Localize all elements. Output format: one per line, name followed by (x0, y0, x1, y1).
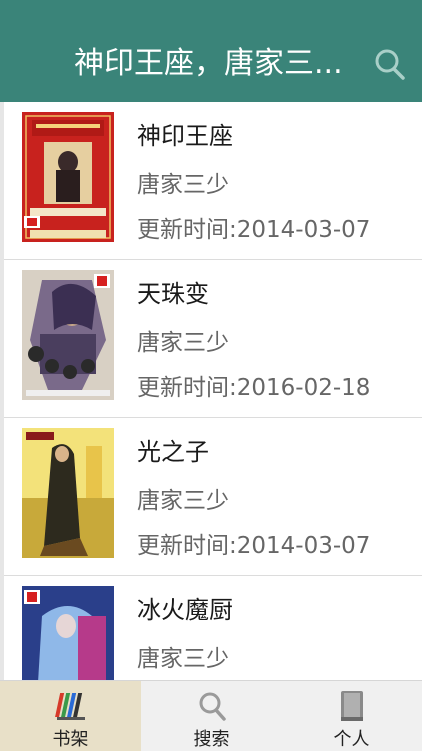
book-cover (22, 270, 114, 400)
tab-search[interactable]: 搜索 (141, 681, 282, 751)
book-author: 唐家三少 (137, 330, 229, 356)
tab-bookshelf[interactable]: 书架 (0, 681, 141, 751)
tab-label: 个人 (333, 729, 370, 750)
search-icon (375, 49, 405, 80)
book-author: 唐家三少 (137, 172, 229, 198)
book-list-item[interactable]: 冰火魔厨 唐家三少 (4, 576, 422, 680)
tab-profile[interactable]: 个人 (281, 681, 422, 751)
book-list-item[interactable]: 光之子 唐家三少 更新时间:2014-03-07 (4, 418, 422, 576)
book-author: 唐家三少 (137, 646, 229, 672)
book-updated-time: 更新时间:2014-03-07 (137, 533, 371, 559)
book-title: 冰火魔厨 (137, 596, 233, 624)
top-navigation-bar: 神印王座，唐家三... (0, 0, 422, 102)
cover-image (22, 270, 114, 400)
bookshelf-icon (54, 693, 85, 720)
search-icon (199, 692, 226, 721)
book-cover (22, 112, 114, 242)
book-updated-time: 更新时间:2014-03-07 (137, 217, 371, 243)
book-icon (340, 691, 363, 721)
book-title: 光之子 (137, 438, 209, 466)
page-title: 神印王座，唐家三... (74, 46, 343, 81)
cover-image (22, 586, 114, 680)
cover-image (22, 428, 114, 558)
book-cover (22, 428, 114, 558)
book-title: 天珠变 (137, 280, 209, 308)
bottom-tab-bar: 书架 搜索 个人 (0, 680, 422, 751)
book-author: 唐家三少 (137, 488, 229, 514)
book-list-item[interactable]: 神印王座 唐家三少 更新时间:2014-03-07 (4, 102, 422, 260)
book-list[interactable]: 神印王座 唐家三少 更新时间:2014-03-07 天珠变 唐家三少 更新时间:… (4, 102, 422, 680)
book-list-item[interactable]: 天珠变 唐家三少 更新时间:2016-02-18 (4, 260, 422, 418)
tab-label: 书架 (52, 729, 89, 750)
cover-image (22, 112, 114, 242)
tab-label: 搜索 (193, 729, 230, 750)
search-button[interactable] (372, 44, 408, 84)
book-title: 神印王座 (137, 122, 233, 150)
book-cover (22, 586, 114, 680)
book-updated-time: 更新时间:2016-02-18 (137, 375, 371, 401)
